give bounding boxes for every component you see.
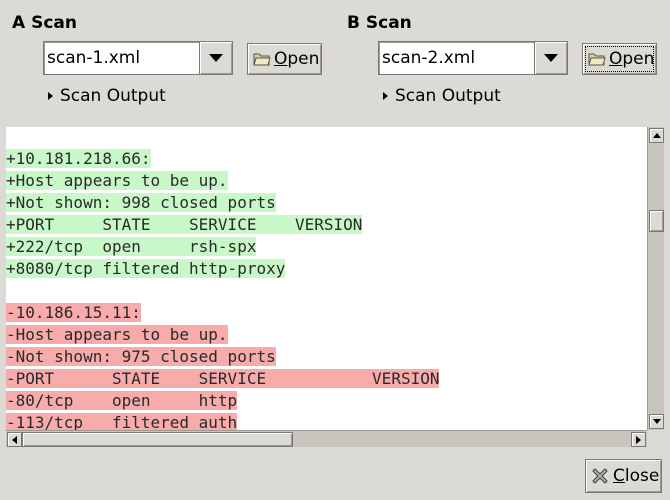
expander-arrow-icon — [48, 92, 53, 100]
diff-line-removed: -113/tcp filtered auth — [6, 413, 238, 430]
diff-line-removed: -Not shown: 975 closed ports — [6, 347, 276, 366]
arrow-up-icon — [652, 133, 661, 138]
a-scan-dropdown-button[interactable] — [200, 41, 233, 75]
a-scan-output-label: Scan Output — [60, 86, 166, 106]
diff-line-removed: -Host appears to be up. — [6, 325, 228, 344]
scroll-right-button[interactable] — [631, 432, 646, 447]
diff-line-added: +Host appears to be up. — [6, 171, 228, 190]
diff-output-view[interactable]: +10.181.218.66: +Host appears to be up. … — [6, 127, 647, 430]
diff-line-removed: -PORT STATE SERVICE VERSION — [6, 369, 440, 388]
horizontal-scroll-thumb[interactable] — [22, 432, 293, 447]
vertical-scroll-thumb[interactable] — [649, 210, 664, 232]
a-scan-heading: A Scan — [12, 13, 77, 33]
vertical-scrollbar[interactable] — [647, 127, 664, 430]
scrollbar-corner — [647, 430, 664, 447]
a-scan-open-button[interactable]: Open — [247, 43, 322, 75]
close-icon — [592, 468, 608, 484]
a-scan-file-entry[interactable]: scan-1.xml — [43, 41, 200, 75]
a-scan-open-label: Open — [274, 49, 320, 69]
b-scan-output-label: Scan Output — [395, 86, 501, 106]
b-scan-open-button[interactable]: Open — [582, 43, 657, 75]
diff-line-added: +10.181.218.66: — [6, 149, 151, 168]
b-scan-dropdown-button[interactable] — [535, 41, 568, 75]
diff-spacer — [6, 280, 439, 302]
diff-line-removed: -10.186.15.11: — [6, 303, 141, 322]
scroll-left-button[interactable] — [7, 432, 22, 447]
close-label: Close — [613, 466, 660, 486]
b-scan-file-combo[interactable]: scan-2.xml — [378, 41, 568, 75]
chevron-down-icon — [544, 54, 558, 62]
diff-line-removed: -80/tcp open http — [6, 391, 238, 410]
b-scan-output-expander[interactable]: Scan Output — [383, 86, 501, 106]
expander-arrow-icon — [383, 92, 388, 100]
diff-lines: +10.181.218.66: +Host appears to be up. … — [6, 148, 440, 430]
horizontal-scrollbar[interactable] — [6, 430, 647, 447]
diff-line-added: +8080/tcp filtered http-proxy — [6, 259, 286, 278]
scroll-down-button[interactable] — [649, 414, 664, 429]
b-scan-open-label: Open — [609, 49, 655, 69]
arrow-down-icon — [652, 419, 661, 424]
diff-line-added: +Not shown: 998 closed ports — [6, 193, 276, 212]
a-scan-file-combo[interactable]: scan-1.xml — [43, 41, 233, 75]
diff-line-added: +222/tcp open rsh-spx — [6, 237, 257, 256]
arrow-left-icon — [12, 435, 17, 444]
chevron-down-icon — [209, 54, 223, 62]
folder-open-icon — [588, 53, 606, 66]
close-button[interactable]: Close — [585, 459, 662, 493]
diff-line-added: +PORT STATE SERVICE VERSION — [6, 215, 363, 234]
b-scan-heading: B Scan — [347, 13, 412, 33]
a-scan-output-expander[interactable]: Scan Output — [48, 86, 166, 106]
arrow-right-icon — [636, 435, 641, 444]
b-scan-file-entry[interactable]: scan-2.xml — [378, 41, 535, 75]
scroll-up-button[interactable] — [649, 128, 664, 143]
folder-open-icon — [253, 53, 271, 66]
